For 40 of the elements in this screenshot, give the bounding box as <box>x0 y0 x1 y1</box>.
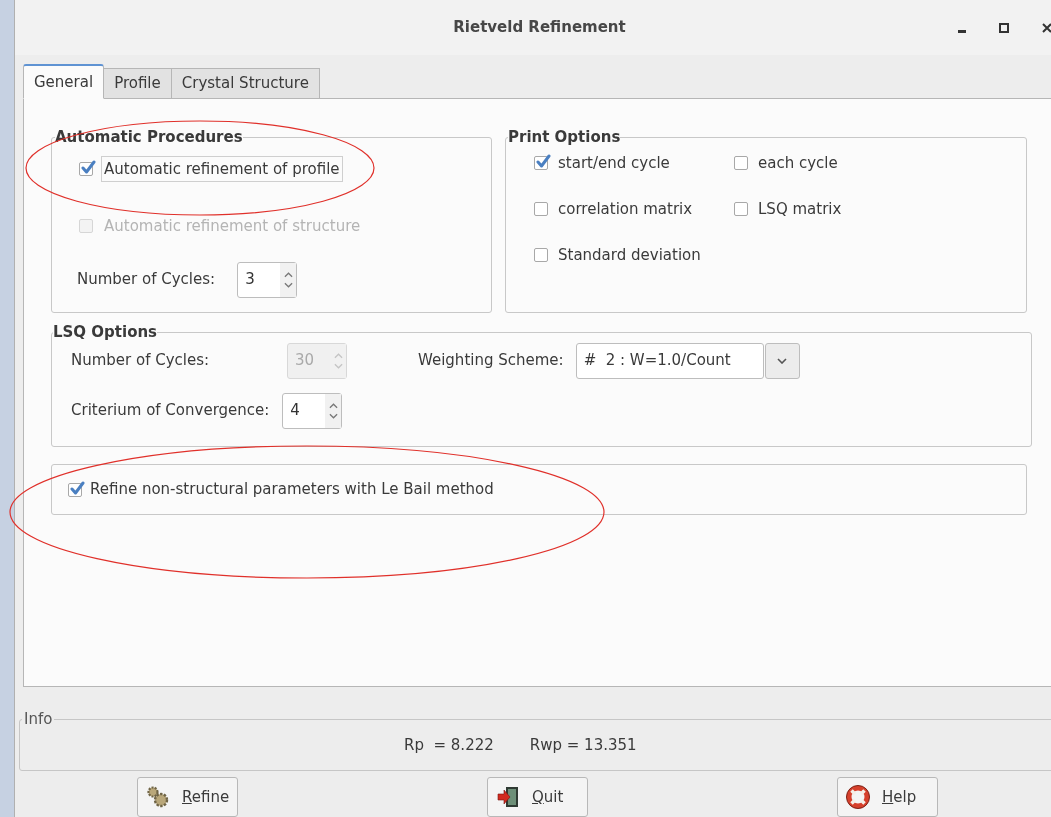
checkbox-label: Automatic refinement of profile <box>101 155 343 182</box>
rwp-value: Rwp = 13.351 <box>529 734 637 756</box>
dialog-button[interactable]: Refine <box>137 777 238 817</box>
tab[interactable]: Crystal Structure <box>170 68 320 99</box>
checkbox-label: Automatic refinement of structure <box>103 216 362 237</box>
number-spinner[interactable]: 4 <box>282 392 343 429</box>
dropdown-field[interactable]: # 2 : W=1.0/Count <box>575 342 764 379</box>
checkbox[interactable] <box>79 161 93 176</box>
checkbox-label: Standard deviation <box>558 244 701 266</box>
number-spinner[interactable]: 3 <box>237 261 298 298</box>
checkbox[interactable] <box>68 482 82 497</box>
checkbox[interactable] <box>534 248 548 262</box>
exit-door-icon <box>496 785 520 809</box>
checkbox-label: start/end cycle <box>558 152 670 174</box>
tab[interactable]: Profile <box>103 68 172 99</box>
lifebuoy-icon <box>846 785 870 809</box>
checkbox[interactable] <box>534 156 548 170</box>
checkbox-label: correlation matrix <box>558 198 693 220</box>
field-label: Criterium of Convergence: <box>71 400 270 422</box>
checkbox[interactable] <box>534 202 548 216</box>
dialog-button[interactable]: Quit <box>487 777 588 817</box>
close-icon[interactable] <box>1042 22 1051 33</box>
window-title: Rietveld Refinement <box>453 17 626 39</box>
checkbox-label: LSQ matrix <box>758 198 842 220</box>
field-label: Number of Cycles: <box>77 269 216 291</box>
checkbox-label: each cycle <box>758 152 838 174</box>
rp-value: Rp = 8.222 <box>404 734 494 756</box>
field-label: Weighting Scheme: <box>418 350 564 372</box>
field-label: Number of Cycles: <box>71 350 211 372</box>
group-title: LSQ Options <box>53 322 158 343</box>
tab[interactable]: General <box>23 64 105 99</box>
checkbox[interactable] <box>734 202 748 216</box>
group-title: Info <box>23 709 54 730</box>
group-title: Print Options <box>508 127 621 148</box>
checkbox-label: Refine non-structural parameters with Le Bail method <box>90 479 494 501</box>
maximize-icon[interactable] <box>999 22 1009 33</box>
gears-icon <box>146 785 170 809</box>
checkbox[interactable] <box>734 156 748 170</box>
chevron-down-icon <box>777 357 788 364</box>
dialog-button[interactable]: Help <box>837 777 938 817</box>
